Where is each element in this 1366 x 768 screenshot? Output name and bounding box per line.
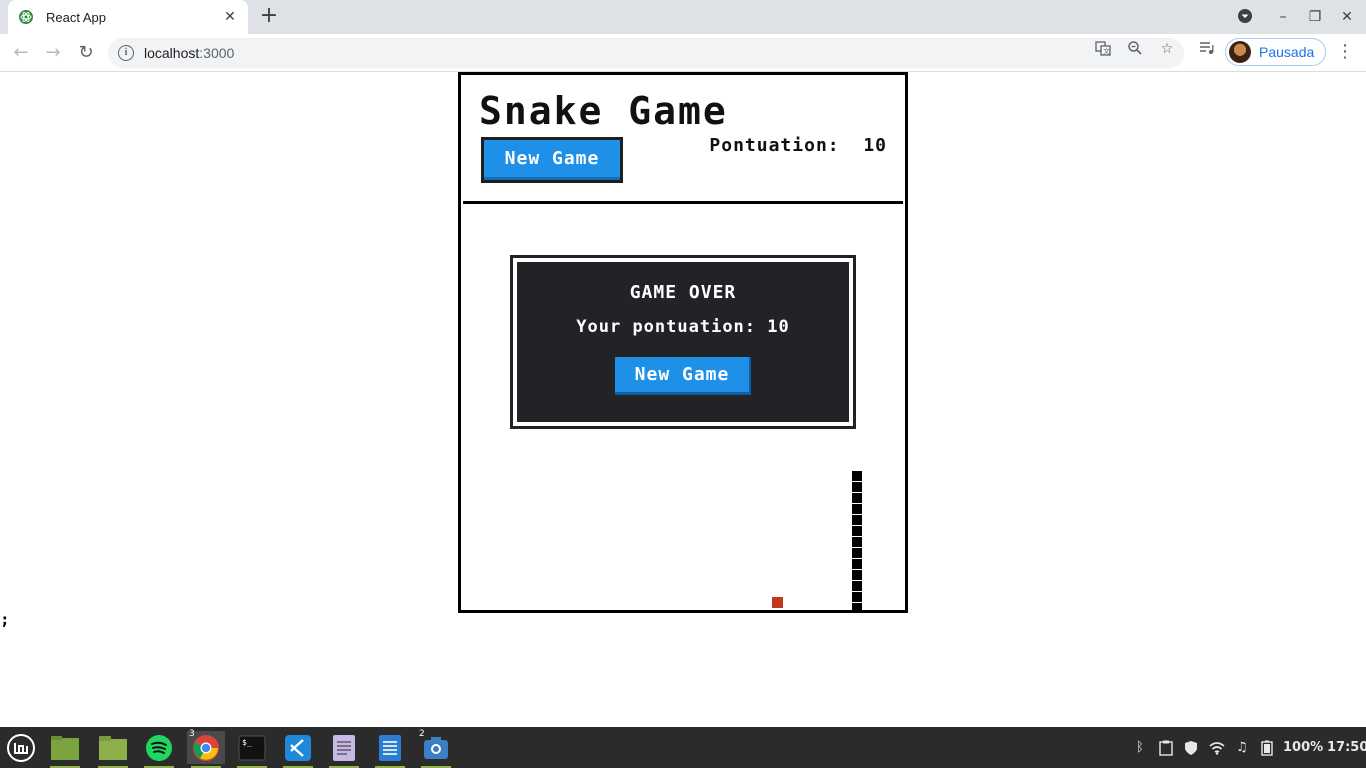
zoom-icon[interactable]	[1126, 40, 1144, 58]
tab-react-app[interactable]: React App ✕	[8, 0, 248, 34]
svg-text:$_: $_	[242, 738, 252, 747]
svg-text:文: 文	[1103, 47, 1110, 56]
music-icon[interactable]: ♫	[1236, 727, 1248, 768]
screenshot-icon[interactable]: 2	[417, 729, 455, 768]
food	[772, 597, 783, 608]
profile-name: Pausada	[1259, 44, 1315, 60]
menu-icon[interactable]	[2, 731, 40, 764]
minimize-icon[interactable]: –	[1274, 8, 1292, 26]
new-tab-icon[interactable]: +	[258, 5, 280, 28]
page-content: Snake Game New Game Pontuation: 10 GAME …	[0, 72, 1366, 727]
reload-icon[interactable]: ↻	[75, 42, 97, 64]
address-bar[interactable]: i localhost:3000	[108, 38, 1184, 68]
snake-head	[852, 471, 862, 481]
chrome-icon[interactable]: 3	[187, 729, 225, 768]
tab-title: React App	[46, 9, 106, 25]
tab-search-icon[interactable]	[1236, 8, 1254, 26]
game-over-score: Your pontuation: 10	[576, 317, 790, 337]
tab-strip: React App ✕ + – ❐ ✕	[0, 0, 1366, 34]
snake-segment	[852, 559, 862, 569]
forward-icon[interactable]: →	[42, 42, 64, 64]
shield-icon[interactable]	[1183, 727, 1199, 768]
react-favicon-icon	[19, 10, 33, 24]
new-game-button[interactable]: New Game	[481, 137, 623, 183]
score-label: Pontuation:	[709, 135, 840, 156]
snake-segment	[852, 515, 862, 525]
game-board: GAME OVER Your pontuation: 10 New Game	[461, 204, 905, 613]
snake-segment	[852, 603, 862, 613]
restore-icon[interactable]: ❐	[1306, 8, 1324, 26]
snake-segment	[852, 482, 862, 492]
clipboard-icon[interactable]	[1159, 727, 1173, 768]
back-icon[interactable]: ←	[10, 42, 32, 64]
avatar	[1229, 41, 1251, 63]
snake-segment	[852, 493, 862, 503]
battery-icon[interactable]	[1261, 727, 1273, 768]
game-header: Snake Game New Game Pontuation: 10	[461, 75, 905, 203]
folder-icon[interactable]	[94, 731, 132, 768]
game-over-dialog: GAME OVER Your pontuation: 10 New Game	[510, 255, 856, 429]
profile-button[interactable]: Pausada	[1225, 38, 1326, 66]
game-container: Snake Game New Game Pontuation: 10 GAME …	[458, 72, 908, 613]
snake-segment	[852, 504, 862, 514]
vscode-icon[interactable]	[279, 731, 317, 768]
wifi-icon[interactable]	[1209, 727, 1225, 768]
files-green-icon[interactable]	[46, 731, 84, 768]
media-queue-icon[interactable]	[1198, 40, 1216, 58]
taskbar: 3 $_ 2 ᛒ ♫ 100% 17:50	[0, 727, 1366, 768]
snake-segment	[852, 570, 862, 580]
browser-menu-icon[interactable]: ⋮	[1336, 42, 1354, 64]
terminal-icon[interactable]: $_	[233, 731, 271, 768]
game-title: Snake Game	[479, 89, 728, 133]
tab-close-icon[interactable]: ✕	[222, 9, 238, 25]
chrome-badge: 3	[189, 729, 195, 739]
game-over-panel: GAME OVER Your pontuation: 10 New Game	[517, 262, 849, 422]
battery-percent: 100%	[1283, 740, 1324, 755]
translate-icon[interactable]: 文	[1094, 40, 1112, 58]
libreoffice-writer-icon[interactable]	[371, 731, 409, 768]
score-value: 10	[863, 135, 887, 156]
bookmark-star-icon[interactable]: ☆	[1158, 40, 1176, 58]
snake-segment	[852, 548, 862, 558]
stray-text: ;	[0, 610, 10, 629]
snake-segment	[852, 592, 862, 602]
snake-segment	[852, 526, 862, 536]
game-over-new-game-button[interactable]: New Game	[615, 357, 751, 395]
close-window-icon[interactable]: ✕	[1338, 8, 1356, 26]
site-info-icon[interactable]: i	[118, 45, 134, 61]
snake-segment	[852, 537, 862, 547]
spotify-icon[interactable]	[140, 731, 178, 768]
bluetooth-icon[interactable]: ᛒ	[1136, 727, 1144, 768]
score-display: Pontuation: 10	[709, 135, 887, 156]
url-text: localhost:3000	[144, 45, 235, 61]
screenshot-badge: 2	[419, 729, 425, 739]
game-over-title: GAME OVER	[629, 282, 737, 303]
clock[interactable]: 17:50	[1327, 727, 1366, 768]
browser-toolbar: ← → ↻ i localhost:3000 文 ☆ Pausada ⋮	[0, 34, 1366, 72]
snake-segment	[852, 581, 862, 591]
text-editor-icon[interactable]	[325, 731, 363, 768]
